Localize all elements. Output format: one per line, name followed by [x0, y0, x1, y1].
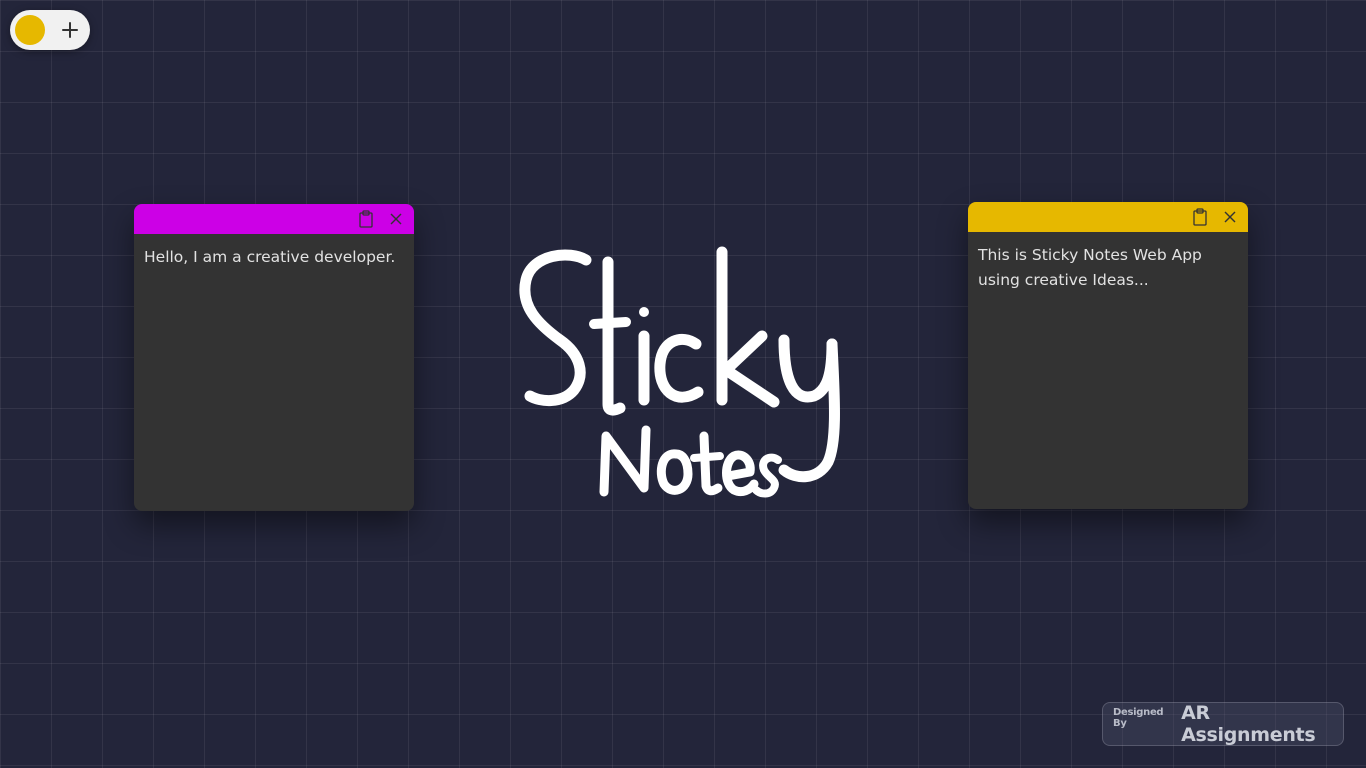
close-icon[interactable]	[384, 207, 408, 231]
color-picker-swatch[interactable]	[15, 15, 45, 45]
note-text[interactable]: Hello, I am a creative developer.	[134, 234, 414, 281]
sticky-note: Hello, I am a creative developer.	[134, 204, 414, 511]
sticky-note: This is Sticky Notes Web App using creat…	[968, 202, 1248, 509]
close-icon[interactable]	[1218, 205, 1242, 229]
designer-credit-badge[interactable]: Designed By AR Assignments	[1102, 702, 1344, 746]
note-header[interactable]	[134, 204, 414, 234]
clipboard-icon[interactable]	[354, 207, 378, 231]
credit-prefix: Designed By	[1113, 707, 1164, 729]
add-note-button[interactable]	[55, 15, 85, 45]
note-text[interactable]: This is Sticky Notes Web App using creat…	[968, 232, 1248, 304]
note-header[interactable]	[968, 202, 1248, 232]
plus-icon	[62, 22, 78, 38]
clipboard-icon[interactable]	[1188, 205, 1212, 229]
credit-name: AR Assignments	[1181, 702, 1316, 746]
sticky-notes-title-logo	[519, 246, 840, 498]
toolbar	[10, 10, 90, 50]
